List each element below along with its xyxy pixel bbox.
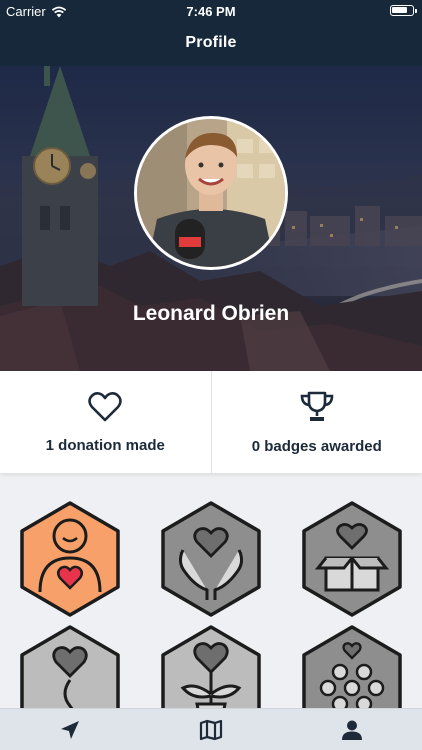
person-heart-icon [20,501,120,617]
donations-label: 1 donation made [45,436,165,454]
stats-panel: 1 donation made 0 badges awarded [0,371,422,473]
tab-nearby[interactable] [0,709,141,750]
badges-label: 0 badges awarded [251,437,382,455]
box-heart-icon [302,501,402,617]
page-title: Profile [185,34,237,51]
hands-heart-icon [161,501,261,617]
navigation-bar: Carrier 7:46 PM Profile [0,0,422,66]
donations-stat[interactable]: 1 donation made [0,371,211,473]
badge-hands-heart[interactable] [159,500,263,618]
status-bar: Carrier 7:46 PM [0,0,422,22]
profile-user-icon [341,720,362,740]
map-icon [199,719,223,740]
badges-grid [0,486,422,741]
badge-box-heart[interactable] [300,500,404,618]
badge-person-heart[interactable] [18,500,122,618]
tab-map[interactable] [141,709,282,750]
tab-profile[interactable] [281,709,422,750]
avatar[interactable] [134,116,288,270]
profile-photo-image [137,119,285,267]
location-arrow-icon [61,720,80,739]
profile-header: Leonard Obrien [0,66,422,371]
profile-photo [137,119,285,267]
battery-icon [390,5,417,16]
tab-bar [0,708,422,750]
profile-screen: Carrier 7:46 PM Profile Leonard Obrien 1… [0,0,422,750]
status-time: 7:46 PM [186,4,236,19]
trophy-icon [300,391,334,421]
profile-name: Leonard Obrien [132,302,290,325]
badges-stat[interactable]: 0 badges awarded [210,371,422,473]
heart-icon [88,391,123,421]
